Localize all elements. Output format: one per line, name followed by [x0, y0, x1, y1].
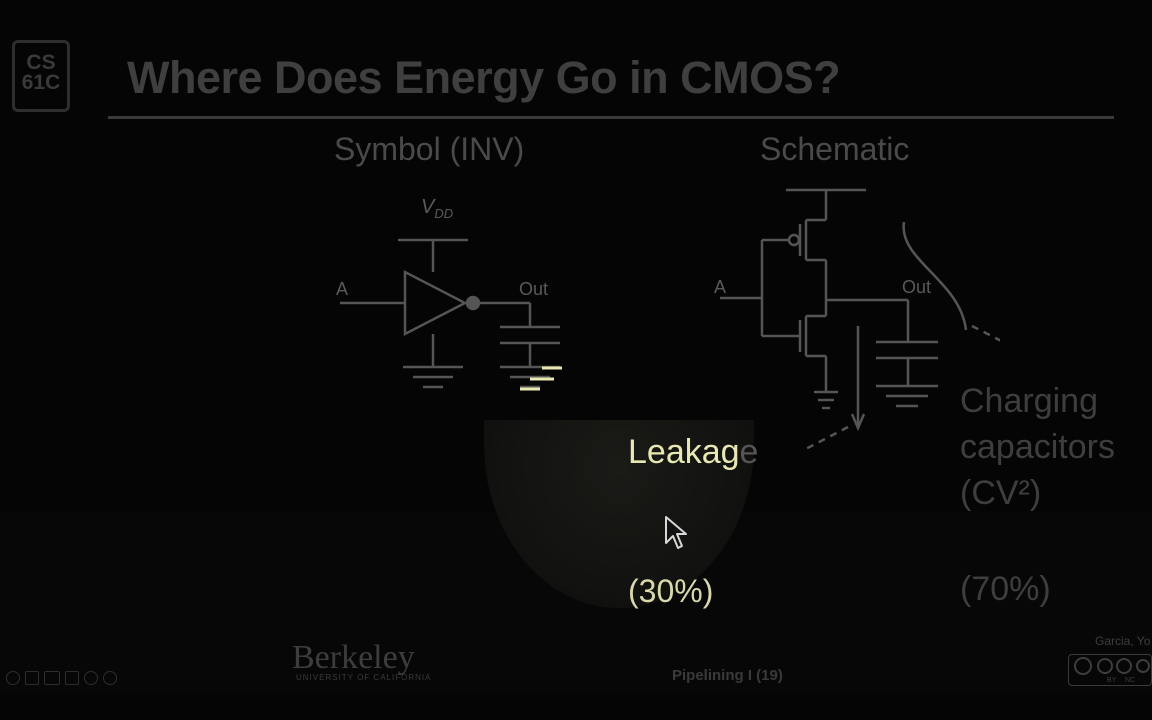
- cc-icons: [1074, 657, 1150, 675]
- symbol-heading: Symbol (INV): [334, 131, 525, 167]
- pointer-icon[interactable]: [6, 671, 20, 685]
- inverter-symbol-diagram: [340, 238, 562, 391]
- slide: CS 61C Where Does Energy Go in CMOS? Sym…: [0, 0, 1152, 720]
- schematic-output-label: Out: [902, 277, 932, 297]
- logo-line1: CS: [26, 51, 56, 74]
- author-label: Garcia, Yo: [1095, 634, 1151, 648]
- menu-icon[interactable]: [84, 671, 98, 685]
- mouse-cursor-icon: [665, 516, 687, 549]
- charging-line2: capacitors: [960, 428, 1115, 466]
- schematic-heading: Schematic: [760, 131, 910, 167]
- schematic-input-label: A: [714, 277, 727, 297]
- presenter-toolbar: [6, 671, 122, 685]
- charging-line3: (CV²): [960, 474, 1042, 512]
- leakage-percent: (30%): [628, 573, 714, 609]
- next-icon[interactable]: [103, 671, 117, 685]
- slides-icon[interactable]: [44, 671, 60, 685]
- pen-icon[interactable]: [25, 671, 39, 685]
- leakage-text: Leakag: [628, 433, 740, 471]
- vdd-v: V: [421, 196, 435, 218]
- slide-title: Where Does Energy Go in CMOS?: [127, 52, 841, 103]
- symbol-input-label: A: [336, 279, 349, 299]
- title-divider: [108, 116, 1114, 119]
- berkeley-logo-sub: UNIVERSITY OF CALIFORNIA: [296, 673, 432, 682]
- page-label: Pipelining I (19): [672, 667, 783, 684]
- berkeley-logo: Berkeley: [292, 639, 415, 676]
- charging-label: Charging capacitors (CV²): [960, 378, 1115, 516]
- logo-line2: 61C: [21, 71, 61, 94]
- leakage-label: Leakage: [628, 433, 758, 472]
- charging-line1: Charging: [960, 382, 1098, 420]
- license-by: BY: [1107, 677, 1117, 684]
- cmos-schematic-diagram: [720, 188, 1000, 450]
- leakage-text-dim: e: [739, 433, 759, 471]
- charging-percent: (70%): [960, 570, 1051, 608]
- course-logo: CS 61C: [12, 40, 70, 112]
- symbol-output-label: Out: [519, 279, 549, 299]
- fullscreen-icon[interactable]: [65, 671, 79, 685]
- license-nc: NC: [1125, 677, 1136, 684]
- vdd-sub: DD: [434, 206, 454, 221]
- vdd-label: VDD: [421, 196, 453, 221]
- cc-license-badge: BY NC: [1068, 654, 1152, 686]
